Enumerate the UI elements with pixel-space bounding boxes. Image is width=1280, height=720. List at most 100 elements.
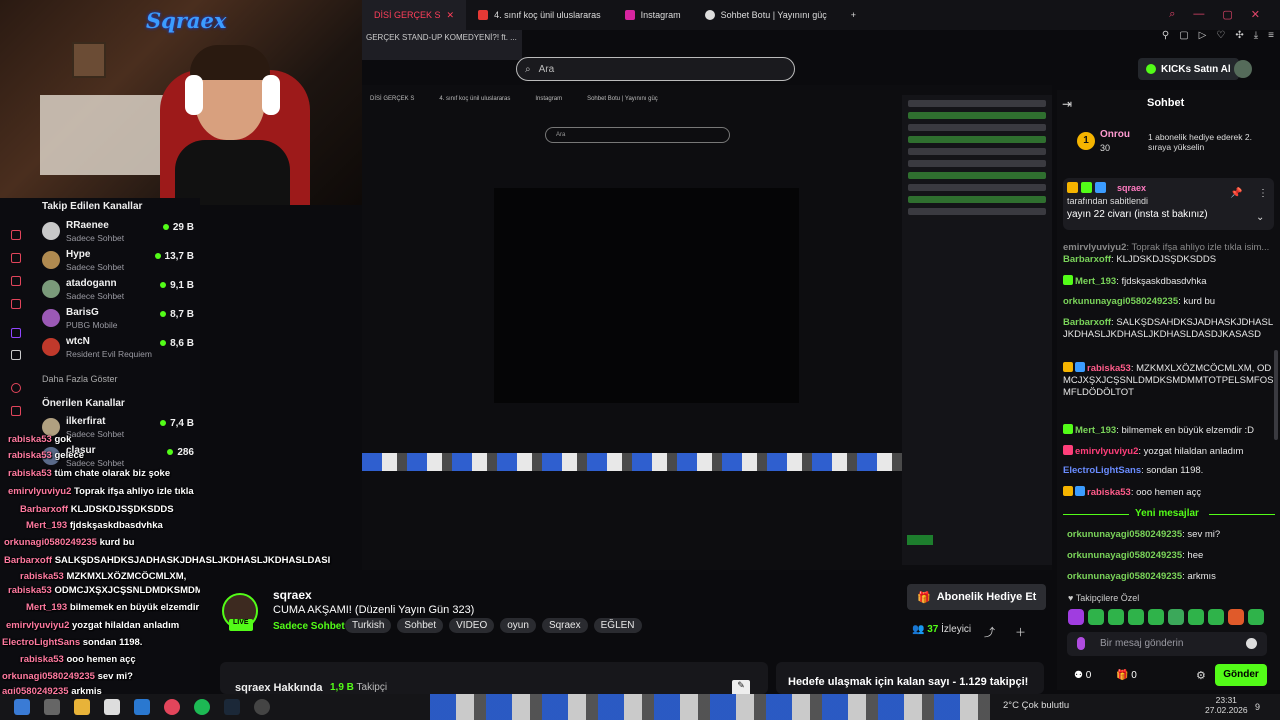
chat-message: emirvlyuviyu2: yozgat hilaldan anladım: [1063, 445, 1275, 458]
clips-icon[interactable]: [11, 299, 21, 309]
points-value: 0: [1085, 670, 1092, 681]
chat-message-input[interactable]: Bir mesaj gönderin: [1067, 632, 1267, 656]
send-button[interactable]: Gönder: [1215, 664, 1267, 686]
chat-scrollbar[interactable]: [1274, 350, 1278, 440]
pinned-text: yayın 22 civarı (insta st bakınız): [1067, 209, 1208, 220]
pinned-author[interactable]: sqraex: [1117, 183, 1146, 193]
follow-icon[interactable]: ＋: [1015, 624, 1026, 640]
emote-icon[interactable]: [1208, 609, 1224, 625]
gifter-name[interactable]: Onrou: [1100, 129, 1130, 140]
gift-subscription-button[interactable]: 🎁 Abonelik Hediye Et: [907, 584, 1047, 610]
notification-badge[interactable]: 9: [1255, 702, 1260, 712]
tag-pill[interactable]: VIDEO: [449, 618, 495, 633]
pin-icon[interactable]: ⚲: [1162, 30, 1169, 46]
sidebar-channel[interactable]: atadogann Sadece Sohbet 9,1 B: [42, 278, 194, 306]
x-icon[interactable]: [11, 350, 21, 360]
sidebar-channel[interactable]: wtcN Resident Evil Requiem 8,6 B: [42, 336, 194, 364]
kicks-icon: [1146, 64, 1156, 74]
channel-points[interactable]: ⚉ 0: [1074, 670, 1091, 681]
twitch-icon[interactable]: [11, 328, 21, 338]
channel-name: BarisG: [66, 307, 99, 318]
nested-tab: 4. sınıf koç ünil uluslararas: [439, 96, 511, 102]
kicks-label: KICKs Satın Al: [1161, 63, 1231, 75]
obs-icon[interactable]: [254, 699, 270, 715]
opera-icon[interactable]: [164, 699, 180, 715]
sidebar-channel[interactable]: Hype Sadece Sohbet 13,7 B: [42, 249, 194, 277]
gift-counter[interactable]: 🎁 0: [1116, 670, 1137, 681]
heart-icon[interactable]: ♡: [1216, 30, 1225, 46]
emote-icon[interactable]: [1228, 609, 1244, 625]
close-window-button[interactable]: ✕: [1251, 8, 1260, 21]
overlay-chat-line: rabiska53 MZKMXLXÖZMCÖCMLXM,: [20, 571, 187, 582]
webcam-headset-left: [185, 75, 203, 115]
settings-icon[interactable]: [11, 383, 21, 393]
emote-icon[interactable]: [1248, 609, 1264, 625]
pin-icon[interactable]: 📌: [1230, 188, 1242, 199]
viewer-count: 13,7 B: [155, 251, 194, 262]
emote-icon[interactable]: [1168, 609, 1184, 625]
emoji-icon[interactable]: [1246, 638, 1257, 649]
share-icon[interactable]: ⤴: [984, 624, 995, 640]
overlay-chat-line: Barbarxoff SALKŞDSAHDKSJADHASKJDHASLJKDH…: [4, 555, 331, 566]
system-clock[interactable]: 23:31 27.02.2026: [1205, 695, 1248, 715]
microphone-icon[interactable]: [1077, 637, 1085, 650]
tag-pill[interactable]: Sqraex: [541, 618, 588, 633]
start-icon[interactable]: [14, 699, 30, 715]
nested-chat-line: [908, 136, 1046, 143]
emote-icon[interactable]: [1188, 609, 1204, 625]
streamer-name[interactable]: sqraex: [273, 588, 312, 602]
download-icon[interactable]: ⤓: [1254, 30, 1258, 46]
tag-pill[interactable]: Sohbet: [397, 618, 444, 633]
user-avatar[interactable]: [1234, 60, 1252, 78]
shield-icon[interactable]: [11, 406, 21, 416]
browse-icon[interactable]: [11, 253, 21, 263]
gear-icon[interactable]: ⚙: [1196, 669, 1206, 682]
chat-message: Barbarxoff: KLJDSKDJSŞDKSDDS: [1063, 254, 1217, 265]
spotify-icon[interactable]: [194, 699, 210, 715]
emote-icon[interactable]: [1148, 609, 1164, 625]
store-icon[interactable]: [104, 699, 120, 715]
maximize-button[interactable]: ▢: [1222, 8, 1232, 21]
menu-icon[interactable]: ≡: [1268, 30, 1274, 46]
emote-icon[interactable]: [1128, 609, 1144, 625]
search-bar[interactable]: ⌕ Ara: [516, 57, 795, 81]
show-more-link[interactable]: Daha Fazla Göster: [42, 374, 118, 384]
following-icon[interactable]: [11, 276, 21, 286]
sidebar-channel[interactable]: RRaenee Sadece Sohbet 29 B: [42, 220, 194, 248]
viewer-count: 8,7 B: [160, 309, 194, 320]
search-icon[interactable]: ⌕: [1169, 8, 1175, 21]
tag-pill[interactable]: oyun: [500, 618, 536, 633]
folder-icon[interactable]: [74, 699, 90, 715]
more-options-icon[interactable]: ⋮: [1258, 188, 1268, 199]
browser-toolbar: ⚲ ▢ ▷ ♡ ✣ ⤓ ≡: [1072, 30, 1280, 46]
tag-pill[interactable]: Turkish: [345, 618, 392, 633]
steam-icon[interactable]: [224, 699, 240, 715]
extensions-icon[interactable]: ✣: [1235, 30, 1243, 46]
video-player[interactable]: DİSİ GERÇEK S 4. sınıf koç ünil uluslara…: [362, 85, 1052, 570]
close-icon[interactable]: ✕: [447, 10, 455, 21]
browser-tab[interactable]: 4. sınıf koç ünil uluslararas: [466, 0, 613, 30]
browser-tab[interactable]: Instagram: [613, 0, 693, 30]
stream-category-link[interactable]: Sadece Sohbet: [273, 621, 345, 632]
chat-message: rabiska53: ooo hemen açç: [1063, 486, 1275, 499]
sidebar-channel[interactable]: BarisG PUBG Mobile 8,7 B: [42, 307, 194, 335]
edge-icon[interactable]: [134, 699, 150, 715]
minimize-button[interactable]: —: [1193, 8, 1204, 21]
kicks-buy-button[interactable]: KICKs Satın Al: [1138, 58, 1239, 80]
box-icon[interactable]: ▢: [1179, 30, 1188, 46]
collapse-chat-icon[interactable]: ⇥: [1062, 97, 1072, 111]
browser-tab[interactable]: DİSİ GERÇEK S ✕: [362, 0, 467, 30]
chevron-down-icon[interactable]: ⌄: [1256, 212, 1264, 223]
emote-icon[interactable]: [1108, 609, 1124, 625]
new-tab-button[interactable]: +: [839, 0, 868, 30]
emote-icon[interactable]: [1088, 609, 1104, 625]
browser-tab[interactable]: Sohbet Botu | Yayınını güç: [693, 0, 839, 30]
home-icon[interactable]: [11, 230, 21, 240]
chat-message: ElectroLightSans: sondan 1198.: [1063, 465, 1204, 476]
tag-pill[interactable]: EĞLEN: [593, 618, 642, 633]
play-icon[interactable]: ▷: [1199, 30, 1207, 46]
weather-widget[interactable]: 2°C Çok bulutlu: [1003, 700, 1069, 711]
emote-icon[interactable]: [1068, 609, 1084, 625]
search-icon[interactable]: [44, 699, 60, 715]
follower-emotes-label: Takipçilere Özel: [1075, 593, 1140, 603]
